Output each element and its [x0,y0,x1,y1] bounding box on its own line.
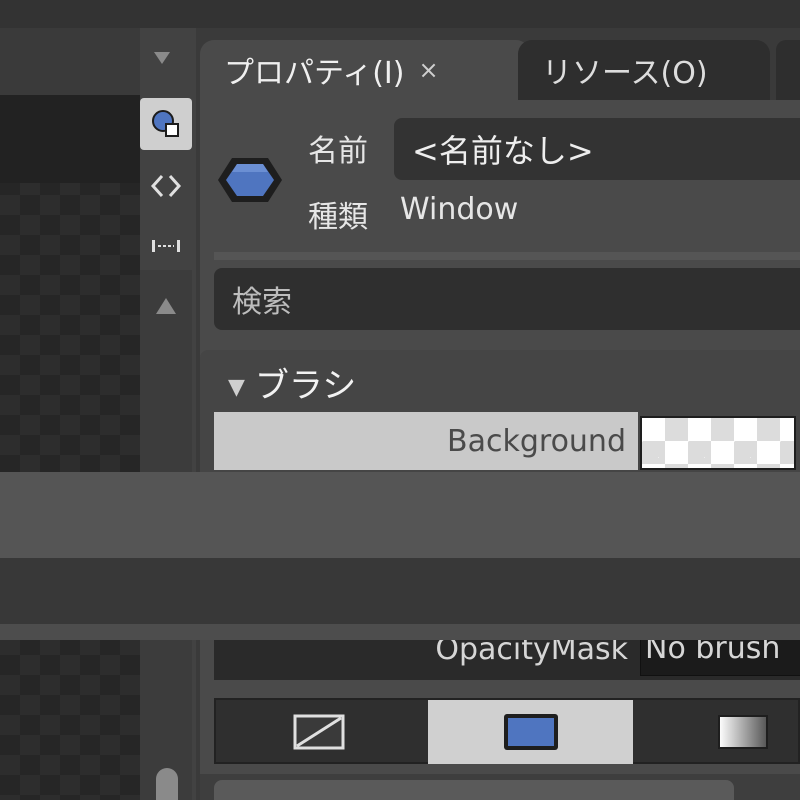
element-type-icon [214,152,286,208]
background-swatch[interactable] [640,416,796,470]
type-value: Window [400,192,519,227]
solid-color-brush-button[interactable] [428,700,633,764]
tab-overflow[interactable] [776,40,800,100]
opacitymask-property-row[interactable]: OpacityMask No brush [214,640,800,680]
design-canvas[interactable] [0,95,140,800]
scroll-thumb[interactable] [156,768,178,800]
opacitymask-label: OpacityMask [435,640,628,667]
no-brush-button[interactable] [216,700,421,764]
opacitymask-value[interactable]: No brush [640,640,800,676]
overlay-bar-top [0,472,800,558]
overlay-bar-bottom [0,558,800,624]
tab-resources[interactable]: リソース(O) [518,40,770,100]
code-view-icon[interactable] [146,166,186,206]
properties-view-icon[interactable] [140,98,192,150]
background-label: Background [447,423,626,459]
brush-type-selector [214,698,800,764]
chevron-down-icon[interactable]: ▼ [228,375,245,400]
search-input[interactable]: 検索 [214,268,800,330]
brush-section-header[interactable]: ▼ ブラシ [228,358,356,407]
fit-icon[interactable] [146,226,186,266]
close-icon[interactable]: × [418,56,438,84]
next-section-header[interactable] [214,780,734,800]
name-label: 名前 [308,134,368,169]
pin-dropdown-icon[interactable] [150,46,174,70]
brush-section-title: ブラシ [254,366,357,406]
overlay-separator [0,624,800,640]
tab-properties[interactable]: プロパティ(I) × [200,40,530,100]
window-top-strip [0,0,800,28]
divider [214,252,800,260]
name-field[interactable]: <名前なし> [394,118,800,180]
canvas-header [0,95,140,183]
tab-properties-label: プロパティ(I) [224,56,405,91]
tab-resources-label: リソース(O) [542,56,708,91]
type-label: 種類 [308,200,368,235]
scroll-up-icon[interactable] [152,292,180,320]
background-property-row[interactable]: Background [214,412,638,470]
gradient-brush-button[interactable] [640,700,800,764]
